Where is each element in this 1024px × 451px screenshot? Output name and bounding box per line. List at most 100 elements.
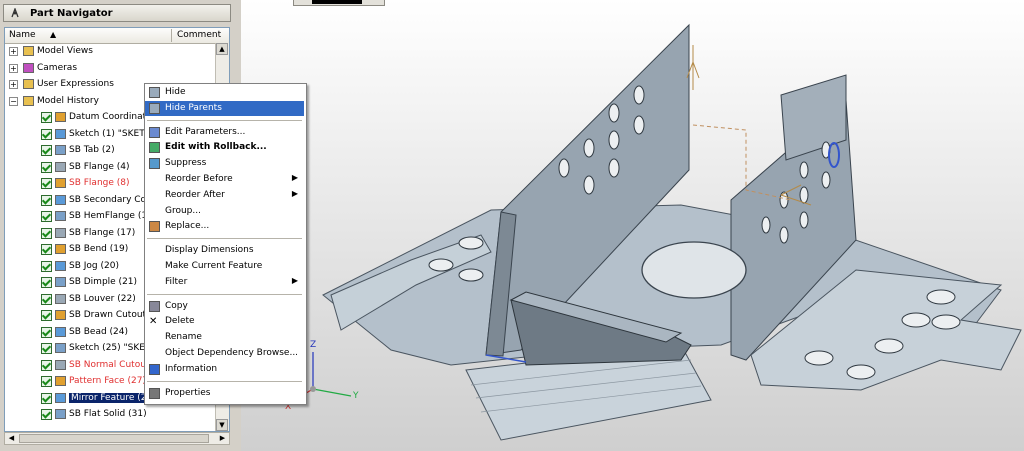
properties-icon: [149, 387, 160, 399]
menu-item-rename[interactable]: Rename: [145, 330, 304, 345]
menu-item-label: Make Current Feature: [165, 261, 263, 271]
viewport-top-field[interactable]: [312, 0, 362, 4]
visibility-checkbox[interactable]: [41, 409, 52, 420]
tree-row-label: SB Bend (19): [69, 244, 129, 254]
expand-icon[interactable]: +: [9, 47, 18, 56]
menu-item-label: Display Dimensions: [165, 245, 254, 256]
menu-item-label: Edit with Rollback...: [165, 142, 267, 153]
expand-icon[interactable]: +: [9, 63, 18, 73]
scroll-up-arrow[interactable]: ▲: [216, 43, 228, 55]
feature-icon: [55, 343, 66, 353]
viewport-top-control[interactable]: [293, 0, 385, 6]
navigator-title-bar[interactable]: Part Navigator: [3, 4, 231, 22]
sheet-metal-part[interactable]: [241, 0, 1024, 451]
menu-item-label: Reorder After: [165, 189, 225, 200]
tree-row[interactable]: SB Flat Solid (31): [5, 407, 229, 423]
menu-item-edit-with-rollback[interactable]: Edit with Rollback...: [145, 140, 304, 155]
menu-item-properties[interactable]: Properties: [145, 386, 304, 401]
feature-icon: [55, 194, 66, 205]
horizontal-scrollbar[interactable]: ◀ ▶: [4, 432, 230, 445]
tree-row-label: SB Drawn Cutout: [69, 310, 147, 320]
menu-item-display-dimensions[interactable]: Display Dimensions: [145, 243, 304, 258]
visibility-checkbox[interactable]: [41, 260, 52, 272]
sort-ascending-icon[interactable]: ▲: [50, 30, 56, 39]
feature-icon: [55, 145, 66, 155]
column-name-header[interactable]: Name: [9, 30, 36, 40]
visibility-checkbox[interactable]: [41, 145, 52, 156]
visibility-checkbox[interactable]: [41, 178, 52, 189]
feature-icon: [55, 392, 66, 403]
large-cutout[interactable]: [641, 241, 747, 299]
menu-separator: [147, 293, 302, 295]
tree-row-label: SB Flange (17): [69, 227, 136, 238]
menu-item-label: Object Dependency Browse...: [165, 348, 299, 358]
tree-row-label: SB Secondary Co: [69, 194, 147, 205]
visibility-checkbox[interactable]: [41, 112, 52, 123]
tree-row-label: Sketch (25) "SKET: [69, 343, 151, 353]
tree-row-label: Datum Coordinat: [69, 112, 147, 122]
information-icon: [149, 363, 160, 375]
collapse-icon[interactable]: −: [9, 96, 18, 106]
visibility-checkbox[interactable]: [41, 227, 52, 239]
menu-item-reorder-before[interactable]: Reorder Before ▶: [145, 172, 304, 187]
menu-item-copy[interactable]: Copy: [145, 299, 304, 314]
visibility-checkbox[interactable]: [41, 244, 52, 255]
menu-item-replace[interactable]: Replace...: [145, 219, 304, 234]
rollback-icon: [149, 142, 160, 154]
replace-icon: [149, 221, 160, 233]
suppress-icon: [149, 158, 160, 170]
menu-item-reorder-after[interactable]: Reorder After ▶: [145, 188, 304, 203]
visibility-checkbox[interactable]: [41, 343, 52, 354]
menu-separator: [147, 380, 302, 382]
menu-item-suppress[interactable]: Suppress: [145, 156, 304, 171]
graphics-viewport[interactable]: Z Y X: [241, 0, 1024, 451]
menu-item-object-dependency-browse[interactable]: Object Dependency Browse...: [145, 346, 304, 361]
visibility-checkbox[interactable]: [41, 128, 52, 140]
menu-item-hide-parents[interactable]: Hide Parents: [145, 100, 304, 116]
tree-row[interactable]: + Model Views: [5, 44, 229, 60]
tree-row-label: Cameras: [37, 62, 78, 73]
menu-item-label: Reorder Before: [165, 174, 233, 184]
tree-row-label: SB Bead (24): [69, 326, 129, 337]
tree-row[interactable]: + Cameras: [5, 61, 229, 77]
context-menu[interactable]: Hide Hide Parents Edit Parameters... Edit w…: [144, 83, 307, 405]
feature-icon: [55, 376, 66, 386]
menu-item-make-current-feature[interactable]: Make Current Feature: [145, 259, 304, 274]
menu-item-group[interactable]: Group...: [145, 204, 304, 219]
menu-item-label: Edit Parameters...: [165, 126, 246, 137]
feature-icon: [55, 310, 66, 320]
visibility-checkbox[interactable]: [41, 392, 52, 404]
scroll-thumb[interactable]: [19, 434, 209, 443]
tree-row-label: Sketch (1) "SKETC: [69, 128, 151, 139]
visibility-checkbox[interactable]: [41, 161, 52, 173]
menu-item-label: Filter: [165, 276, 188, 287]
axis-label-z: Z: [310, 340, 317, 350]
visibility-checkbox[interactable]: [41, 194, 52, 206]
visibility-checkbox[interactable]: [41, 359, 52, 371]
visibility-checkbox[interactable]: [41, 326, 52, 338]
column-comment-header[interactable]: Comment: [177, 30, 221, 40]
scroll-right-arrow[interactable]: ▶: [217, 433, 228, 444]
edit-parameters-icon: [149, 126, 160, 138]
menu-item-edit-parameters[interactable]: Edit Parameters...: [145, 125, 304, 140]
visibility-checkbox[interactable]: [41, 211, 52, 222]
column-divider[interactable]: [171, 29, 172, 42]
menu-item-delete[interactable]: ✕ Delete: [145, 314, 304, 329]
feature-icon: [23, 46, 34, 56]
scroll-down-arrow[interactable]: ▼: [216, 419, 228, 431]
tree-header: Name ▲ Comment: [5, 28, 229, 44]
visibility-checkbox[interactable]: [41, 293, 52, 305]
tree-row-label: SB HemFlange (1: [69, 211, 148, 221]
feature-icon: [55, 326, 66, 337]
menu-item-hide[interactable]: Hide: [145, 85, 304, 100]
menu-item-filter[interactable]: Filter ▶: [145, 275, 304, 290]
menu-item-label: Replace...: [165, 221, 210, 232]
feature-icon: [23, 62, 34, 73]
visibility-checkbox[interactable]: [41, 277, 52, 288]
menu-item-information[interactable]: Information: [145, 362, 304, 377]
scroll-left-arrow[interactable]: ◀: [6, 433, 17, 444]
visibility-checkbox[interactable]: [41, 310, 52, 321]
feature-icon: [55, 277, 66, 287]
expand-icon[interactable]: +: [9, 80, 18, 89]
visibility-checkbox[interactable]: [41, 376, 52, 387]
